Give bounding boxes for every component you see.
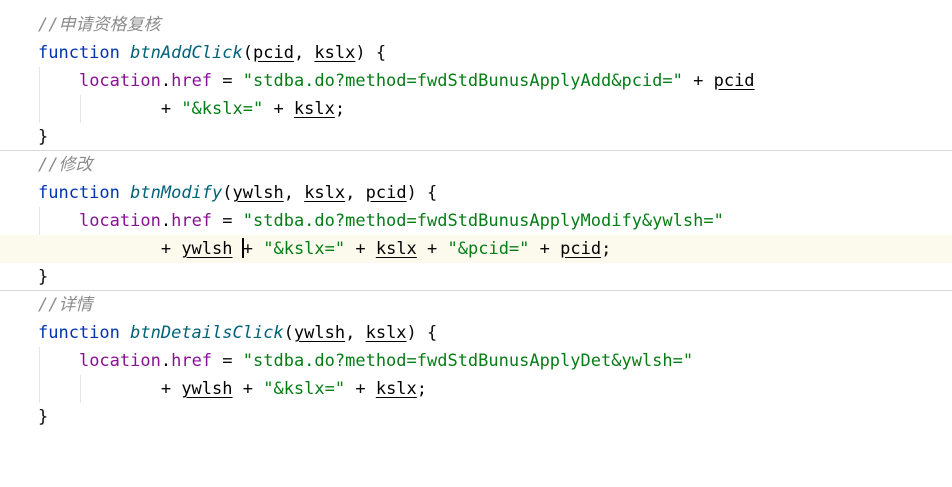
code-line[interactable]: //修改 — [0, 151, 952, 179]
param: ywlsh — [293, 323, 346, 343]
keyword-function: function — [38, 183, 120, 203]
param: pcid — [365, 183, 407, 203]
string-literal: "&pcid=" — [447, 239, 530, 259]
string-literal: "&kslx=" — [263, 379, 346, 399]
param: kslx — [375, 379, 417, 399]
keyword-function: function — [38, 323, 120, 343]
string-literal: "stdba.do?method=fwdStdBunusApplyModify&… — [242, 211, 724, 231]
property-name: href — [171, 351, 213, 371]
code-line[interactable]: } — [0, 263, 952, 291]
code-line[interactable]: location.href = "stdba.do?method=fwdStdB… — [0, 67, 952, 95]
param: pcid — [560, 239, 602, 259]
param: kslx — [293, 99, 335, 119]
code-line[interactable]: function btnModify(ywlsh, kslx, pcid) { — [0, 179, 952, 207]
param: ywlsh — [181, 379, 233, 399]
property-name: href — [171, 211, 213, 231]
param: kslx — [375, 239, 417, 259]
param: kslx — [365, 323, 407, 343]
string-literal: "&kslx=" — [181, 99, 264, 119]
code-line[interactable]: location.href = "stdba.do?method=fwdStdB… — [0, 347, 952, 375]
code-comment: //修改 — [38, 155, 93, 175]
code-comment: //申请资格复核 — [38, 15, 161, 35]
string-literal: "stdba.do?method=fwdStdBunusApplyAdd&pci… — [242, 71, 683, 91]
code-comment: //详情 — [38, 295, 93, 315]
code-line[interactable]: //申请资格复核 — [0, 11, 952, 39]
param: kslx — [304, 183, 346, 203]
code-line[interactable]: function btnDetailsClick(ywlsh, kslx) { — [0, 319, 952, 347]
function-name: btnAddClick — [130, 43, 243, 63]
param: pcid — [252, 43, 294, 63]
property-name: href — [171, 71, 213, 91]
object-name: location — [78, 71, 161, 91]
param: kslx — [314, 43, 356, 63]
param: ywlsh — [181, 239, 233, 259]
function-name: btnDetailsClick — [130, 323, 284, 343]
string-literal: "stdba.do?method=fwdStdBunusApplyDet&ywl… — [242, 351, 694, 371]
string-literal: "&kslx=" — [263, 239, 346, 259]
code-line[interactable]: } — [0, 123, 952, 151]
param: ywlsh — [232, 183, 284, 203]
code-line[interactable]: } — [0, 403, 952, 431]
function-name: btnModify — [130, 183, 223, 203]
code-editor[interactable]: //申请资格复核 function btnAddClick(pcid, kslx… — [0, 0, 952, 434]
code-line[interactable]: + "&kslx=" + kslx; — [0, 95, 952, 123]
code-line[interactable]: + ywlsh + "&kslx=" + kslx; — [0, 375, 952, 403]
object-name: location — [78, 211, 161, 231]
object-name: location — [78, 351, 161, 371]
code-line[interactable]: location.href = "stdba.do?method=fwdStdB… — [0, 207, 952, 235]
param: pcid — [713, 71, 755, 91]
keyword-function: function — [38, 43, 120, 63]
code-line[interactable]: //详情 — [0, 291, 952, 319]
current-code-line[interactable]: + ywlsh + "&kslx=" + kslx + "&pcid=" + p… — [0, 235, 952, 263]
code-line[interactable]: function btnAddClick(pcid, kslx) { — [0, 39, 952, 67]
